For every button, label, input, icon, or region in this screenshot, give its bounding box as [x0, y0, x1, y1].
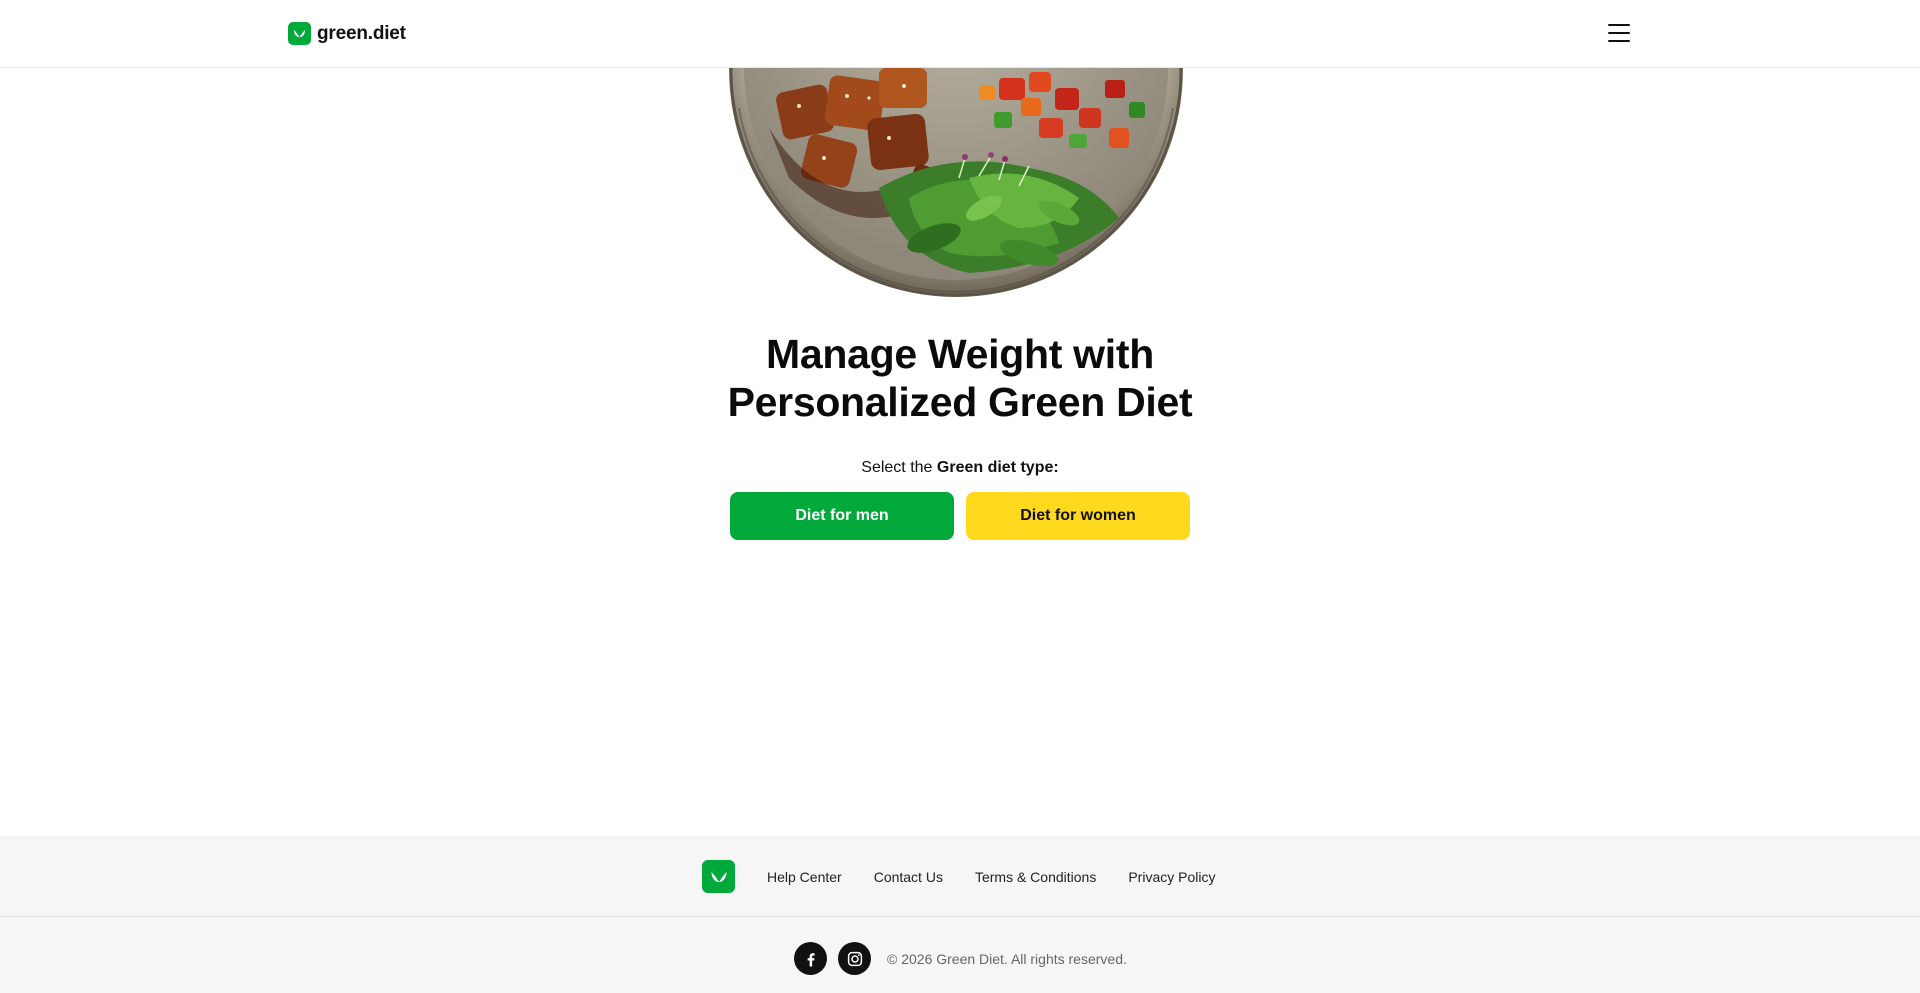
footer-nav-bar: Help Center Contact Us Terms & Condition… — [0, 836, 1920, 917]
brand-name: green.diet — [317, 22, 406, 44]
footer-nav: Help Center Contact Us Terms & Condition… — [702, 860, 1215, 893]
copyright-text: © 2026 Green Diet. All rights reserved. — [887, 950, 1127, 967]
leaf-logo-icon[interactable] — [702, 860, 735, 893]
instagram-icon[interactable] — [838, 942, 871, 975]
facebook-icon[interactable] — [794, 942, 827, 975]
page-title-line-2: Personalized Green Diet — [727, 379, 1193, 425]
food-bowl-image — [729, 68, 1185, 302]
diet-for-men-button[interactable]: Diet for men — [730, 492, 954, 540]
footer-link-privacy[interactable]: Privacy Policy — [1128, 869, 1215, 885]
footer-bottom-bar: © 2026 Green Diet. All rights reserved. — [0, 917, 1920, 993]
footer-link-terms[interactable]: Terms & Conditions — [975, 869, 1096, 885]
hamburger-menu-icon[interactable] — [1606, 22, 1634, 44]
footer-link-contact-us[interactable]: Contact Us — [874, 869, 943, 885]
diet-type-prompt-bold: Green diet type: — [936, 459, 1059, 476]
page-title-line-1: Manage Weight with — [766, 331, 1154, 377]
footer-link-help-center[interactable]: Help Center — [767, 869, 842, 885]
diet-for-women-button[interactable]: Diet for women — [966, 492, 1190, 540]
leaf-logo-icon — [288, 22, 311, 45]
diet-type-prompt: Select the Green diet type: — [0, 459, 1920, 477]
page-title: Manage Weight with Personalized Green Di… — [0, 330, 1920, 426]
site-header: green.diet — [0, 0, 1920, 68]
social-row: © 2026 Green Diet. All rights reserved. — [794, 942, 1127, 975]
diet-type-prompt-prefix: Select the — [861, 459, 937, 476]
brand-logo-link[interactable]: green.diet — [288, 22, 406, 45]
